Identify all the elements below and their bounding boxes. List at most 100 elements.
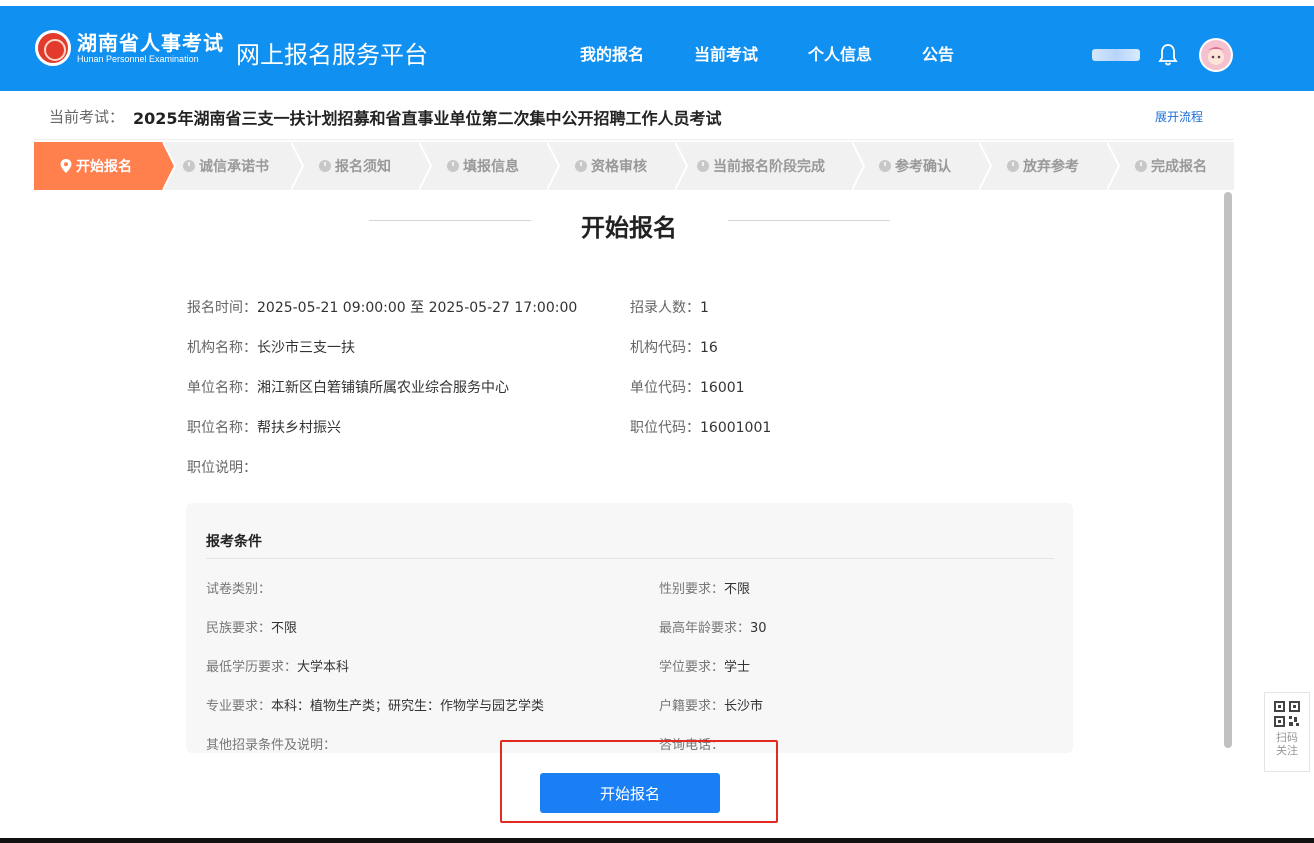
qr-label-line1: 扫码 bbox=[1276, 731, 1298, 744]
step-complete-registration[interactable]: 完成报名 bbox=[1135, 142, 1207, 190]
ethnicity-requirement: 民族要求：不限 bbox=[206, 617, 297, 636]
avatar-image bbox=[1201, 40, 1231, 70]
step-label: 参考确认 bbox=[895, 159, 951, 175]
current-exam-title: 2025年湖南省三支一扶计划招募和省直事业单位第二次集中公开招聘工作人员考试 bbox=[133, 109, 722, 128]
clock-icon bbox=[575, 160, 587, 172]
progress-steps: 开始报名 诚信承诺书 报名须知 填报信息 资格审核 当前报名阶段完成 参考确认 … bbox=[34, 142, 1234, 190]
min-education-value: 大学本科 bbox=[297, 660, 350, 675]
step-stage-complete[interactable]: 当前报名阶段完成 bbox=[697, 142, 825, 190]
post-name-value: 帮扶乡村振兴 bbox=[257, 420, 341, 436]
max-age-label: 最高年龄要求： bbox=[659, 621, 751, 636]
post-description-label: 职位说明： bbox=[187, 460, 257, 476]
unit-code-value: 16001 bbox=[700, 380, 745, 396]
paper-type-label: 试卷类别： bbox=[206, 582, 272, 597]
step-separator bbox=[291, 142, 305, 190]
other-conditions: 其他招录条件及说明： bbox=[206, 734, 336, 753]
nav-personal-info[interactable]: 个人信息 bbox=[808, 44, 872, 66]
clock-icon bbox=[183, 160, 195, 172]
org-name: 机构名称：长沙市三支一扶 bbox=[187, 337, 355, 357]
household-value: 长沙市 bbox=[724, 699, 764, 714]
recruit-number-value: 1 bbox=[700, 300, 709, 316]
step-label: 开始报名 bbox=[76, 159, 132, 175]
step-integrity-pledge[interactable]: 诚信承诺书 bbox=[183, 142, 269, 190]
vertical-scrollbar[interactable] bbox=[1224, 192, 1232, 748]
avatar[interactable] bbox=[1199, 38, 1233, 72]
clock-icon bbox=[697, 160, 709, 172]
registration-time-value: 2025-05-21 09:00:00 至 2025-05-27 17:00:0… bbox=[257, 300, 578, 316]
requirements-panel: 报考条件 试卷类别： 性别要求：不限 民族要求：不限 最高年龄要求：30 最低学… bbox=[186, 503, 1073, 753]
taskbar-edge bbox=[0, 838, 1314, 843]
org-name-label: 机构名称： bbox=[187, 340, 257, 356]
step-label: 填报信息 bbox=[463, 159, 519, 175]
highlight-box bbox=[500, 740, 778, 823]
step-label: 放弃参考 bbox=[1023, 159, 1079, 175]
step-give-up-exam[interactable]: 放弃参考 bbox=[1007, 142, 1079, 190]
degree-requirement: 学位要求：学士 bbox=[659, 656, 750, 675]
step-fill-info[interactable]: 填报信息 bbox=[447, 142, 519, 190]
org-code-label: 机构代码： bbox=[630, 340, 700, 356]
qr-code-icon bbox=[1274, 701, 1300, 727]
nav-my-registration[interactable]: 我的报名 bbox=[580, 44, 644, 66]
post-code-label: 职位代码： bbox=[630, 420, 700, 436]
step-separator bbox=[979, 142, 993, 190]
degree-label: 学位要求： bbox=[659, 660, 725, 675]
step-label: 报名须知 bbox=[335, 159, 391, 175]
registration-time: 报名时间：2025-05-21 09:00:00 至 2025-05-27 17… bbox=[187, 297, 577, 317]
post-description: 职位说明： bbox=[187, 457, 257, 477]
gender-value: 不限 bbox=[724, 582, 751, 597]
org-code: 机构代码：16 bbox=[630, 337, 718, 357]
recruit-number: 招录人数：1 bbox=[630, 297, 709, 317]
location-pin-icon bbox=[60, 159, 72, 173]
gender-label: 性别要求： bbox=[659, 582, 725, 597]
household-label: 户籍要求： bbox=[659, 699, 725, 714]
title-divider-right bbox=[728, 220, 890, 221]
max-age-value: 30 bbox=[750, 621, 767, 636]
org-name-value: 长沙市三支一扶 bbox=[257, 340, 355, 356]
post-name-label: 职位名称： bbox=[187, 420, 257, 436]
current-exam-bar: 当前考试： 2025年湖南省三支一扶计划招募和省直事业单位第二次集中公开招聘工作… bbox=[34, 92, 1234, 140]
step-separator bbox=[675, 142, 689, 190]
min-education-label: 最低学历要求： bbox=[206, 660, 298, 675]
degree-value: 学士 bbox=[724, 660, 751, 675]
nav-current-exam[interactable]: 当前考试 bbox=[694, 44, 758, 66]
user-name-blurred[interactable] bbox=[1092, 49, 1140, 61]
step-qualification-review[interactable]: 资格审核 bbox=[575, 142, 647, 190]
current-exam-label: 当前考试： bbox=[49, 108, 125, 126]
min-education-requirement: 最低学历要求：大学本科 bbox=[206, 656, 349, 675]
unit-code: 单位代码：16001 bbox=[630, 377, 745, 397]
max-age-requirement: 最高年龄要求：30 bbox=[659, 617, 767, 636]
step-registration-notice[interactable]: 报名须知 bbox=[319, 142, 391, 190]
page-title: 开始报名 bbox=[581, 214, 677, 242]
gender-requirement: 性别要求：不限 bbox=[659, 578, 750, 597]
step-start-registration[interactable]: 开始报名 bbox=[60, 142, 132, 190]
step-exam-confirmation[interactable]: 参考确认 bbox=[879, 142, 951, 190]
requirements-heading: 报考条件 bbox=[206, 534, 262, 550]
clock-icon bbox=[1135, 160, 1147, 172]
step-separator bbox=[547, 142, 561, 190]
nav-announcements[interactable]: 公告 bbox=[922, 44, 954, 66]
step-separator bbox=[419, 142, 433, 190]
step-separator bbox=[852, 142, 866, 190]
step-separator bbox=[1107, 142, 1121, 190]
top-header: 湖南省人事考试 Hunan Personnel Examination 网上报名… bbox=[0, 0, 1314, 91]
other-conditions-label: 其他招录条件及说明： bbox=[206, 738, 337, 753]
unit-code-label: 单位代码： bbox=[630, 380, 700, 396]
site-logo[interactable]: 湖南省人事考试 Hunan Personnel Examination bbox=[35, 30, 224, 66]
clock-icon bbox=[879, 160, 891, 172]
step-label: 当前报名阶段完成 bbox=[713, 159, 825, 175]
post-code: 职位代码：16001001 bbox=[630, 417, 771, 437]
post-code-value: 16001001 bbox=[700, 420, 772, 436]
emblem-icon bbox=[35, 30, 71, 66]
registration-time-label: 报名时间： bbox=[187, 300, 257, 316]
bell-icon[interactable] bbox=[1157, 43, 1179, 67]
paper-type: 试卷类别： bbox=[206, 578, 271, 597]
major-value: 本科：植物生产类；研究生：作物学与园艺学类 bbox=[271, 699, 545, 714]
qr-follow-widget[interactable]: 扫码 关注 bbox=[1264, 692, 1310, 772]
main-nav: 我的报名 当前考试 个人信息 公告 bbox=[580, 44, 1004, 66]
clock-icon bbox=[319, 160, 331, 172]
unit-name: 单位名称：湘江新区白箬铺镇所属农业综合服务中心 bbox=[187, 377, 509, 397]
requirements-divider bbox=[206, 558, 1054, 559]
step-label: 资格审核 bbox=[591, 159, 647, 175]
ethnicity-label: 民族要求： bbox=[206, 621, 272, 636]
expand-process-link[interactable]: 展开流程 bbox=[1155, 108, 1203, 125]
